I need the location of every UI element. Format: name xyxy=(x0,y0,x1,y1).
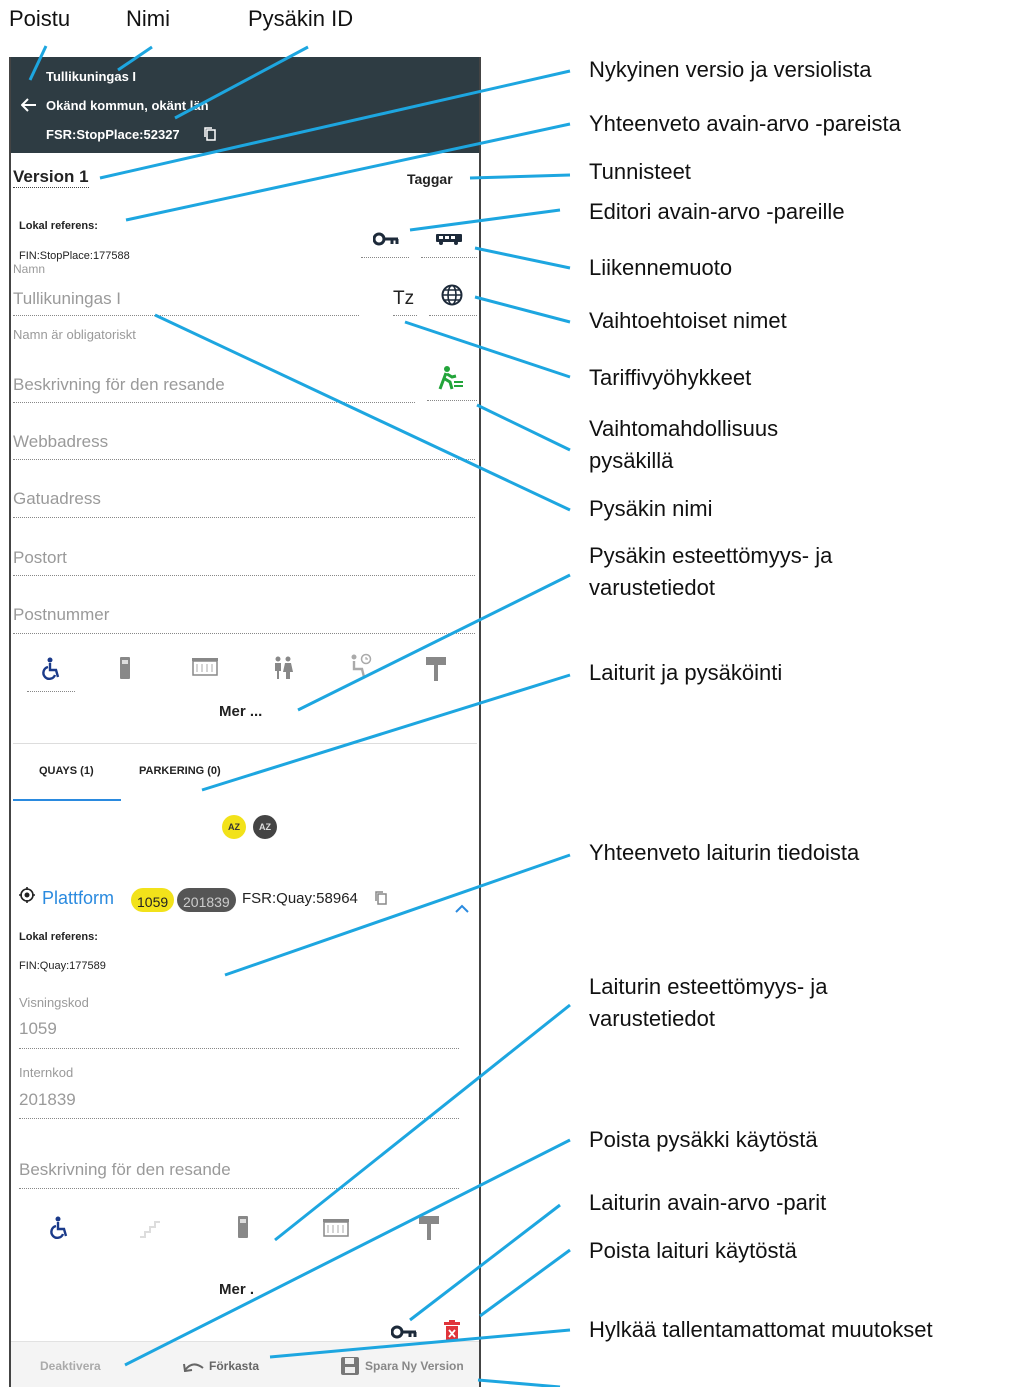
undo-icon[interactable] xyxy=(181,1358,207,1374)
quay-internal-code-badge: 201839 xyxy=(177,888,236,912)
stairs-icon[interactable] xyxy=(137,1215,163,1241)
callout-alternative-names: Vaihtoehtoiset nimet xyxy=(589,308,787,333)
callout-tags: Tunnisteet xyxy=(589,159,691,184)
toilet-icon[interactable] xyxy=(269,654,297,682)
quay-description-input[interactable]: Beskrivning för den resande xyxy=(19,1160,231,1180)
stop-id: FSR:StopPlace:52327 xyxy=(46,127,180,142)
callout-quay-summary: Yhteenveto laiturin tiedoista xyxy=(589,840,860,865)
shelter-icon[interactable] xyxy=(188,654,222,680)
tab-quays[interactable]: QUAYS (1) xyxy=(39,765,94,777)
more-facilities-button[interactable]: Mer ... xyxy=(219,703,262,720)
quay-key-icon[interactable] xyxy=(389,1321,419,1343)
callout-interchange-b: pysäkillä xyxy=(589,448,674,473)
quay-sign-icon[interactable] xyxy=(416,1213,442,1243)
callout-stop-accessibility-a: Pysäkin esteettömyys- ja xyxy=(589,543,833,568)
wheelchair-icon[interactable] xyxy=(39,654,63,684)
location-target-icon[interactable] xyxy=(17,885,37,905)
globe-icon[interactable] xyxy=(439,282,465,308)
quay-wheelchair-icon[interactable] xyxy=(47,1213,71,1243)
stop-editor-panel: Tullikuningas I Okänd kommun, okänt län … xyxy=(9,57,481,1387)
label-exit: Poistu xyxy=(9,6,71,31)
callout-current-version: Nykyinen versio ja versiolista xyxy=(589,57,872,82)
ticket-machine-icon[interactable] xyxy=(115,654,135,682)
callout-tariff-zones: Tariffivyöhykkeet xyxy=(589,365,752,390)
tags-button[interactable]: Taggar xyxy=(407,171,453,187)
quay-local-ref-value: FIN:Quay:177589 xyxy=(19,960,106,972)
back-arrow-icon[interactable] xyxy=(19,95,39,115)
callout-quay-accessibility-a: Laiturin esteettömyys- ja xyxy=(589,974,828,999)
collapse-chevron-icon[interactable] xyxy=(453,900,471,916)
interchange-walk-icon[interactable] xyxy=(436,363,466,393)
stop-location: Okänd kommun, okänt län xyxy=(46,98,209,113)
quay-ticket-machine-icon[interactable] xyxy=(233,1213,253,1241)
label-stop-id: Pysäkin ID xyxy=(248,6,354,31)
web-address-input[interactable]: Webbadress xyxy=(13,432,108,452)
copy-icon[interactable] xyxy=(201,125,219,143)
callout-stop-name: Pysäkin nimi xyxy=(589,496,713,521)
callout-stop-accessibility-b: varustetiedot xyxy=(589,575,715,600)
quay-more-button[interactable]: Mer . xyxy=(219,1281,254,1298)
callout-key-value-editor: Editori avain-arvo -pareille xyxy=(589,199,845,224)
save-new-version-button[interactable]: Spara Ny Version xyxy=(365,1359,464,1373)
stop-name-input[interactable]: Tullikuningas I xyxy=(13,289,121,309)
local-ref-value: FIN:StopPlace:177588 xyxy=(19,250,130,262)
internal-code-label: Internkod xyxy=(19,1065,74,1080)
tariff-zone-button[interactable]: Tz xyxy=(393,288,414,310)
callout-discard-changes: Hylkää tallentamattomat muutokset xyxy=(589,1317,933,1342)
quay-title[interactable]: Plattform xyxy=(42,888,114,909)
quay-local-ref-label: Lokal referens: xyxy=(19,931,98,943)
panel-header: Tullikuningas I Okänd kommun, okänt län … xyxy=(11,57,479,153)
postal-town-input[interactable]: Postort xyxy=(13,548,67,568)
callout-transport-mode: Liikennemuoto xyxy=(589,255,733,280)
callout-key-value-summary: Yhteenveto avain-arvo -pareista xyxy=(589,111,901,136)
quay-shelter-icon[interactable] xyxy=(319,1215,353,1241)
callout-deactivate-stop: Poista pysäkki käytöstä xyxy=(589,1127,818,1152)
public-code-input[interactable]: 1059 xyxy=(19,1019,57,1039)
version-selector[interactable]: Version 1 xyxy=(13,167,89,188)
stop-name-title: Tullikuningas I xyxy=(46,69,137,84)
quay-copy-icon[interactable] xyxy=(373,889,389,907)
postal-code-input[interactable]: Postnummer xyxy=(13,605,109,625)
quay-public-code-badge: 1059 xyxy=(131,888,175,912)
callout-interchange-a: Vaihtomahdollisuus xyxy=(589,416,779,441)
label-name: Nimi xyxy=(126,6,170,31)
key-icon[interactable] xyxy=(371,228,401,250)
sign-icon[interactable] xyxy=(423,654,449,684)
name-required-helper: Namn är obligatoriskt xyxy=(13,327,136,342)
callout-quays-parking: Laiturit ja pysäköinti xyxy=(589,660,783,685)
waiting-room-icon[interactable] xyxy=(346,651,374,681)
tab-parking[interactable]: PARKERING (0) xyxy=(139,765,221,777)
discard-button[interactable]: Förkasta xyxy=(209,1359,259,1373)
sort-az-button[interactable]: AZ xyxy=(222,815,246,839)
callout-quay-key-values: Laiturin avain-arvo -parit xyxy=(589,1190,827,1215)
sort-az-alt-button[interactable]: AZ xyxy=(253,815,277,839)
description-input[interactable]: Beskrivning för den resande xyxy=(13,375,225,395)
callout-quay-accessibility-b: varustetiedot xyxy=(589,1006,715,1031)
name-label: Namn xyxy=(13,262,46,276)
callout-deactivate-quay: Poista laituri käytöstä xyxy=(589,1238,797,1263)
public-code-label: Visningskod xyxy=(19,995,89,1010)
internal-code-input[interactable]: 201839 xyxy=(19,1090,76,1110)
deactivate-button[interactable]: Deaktivera xyxy=(40,1359,101,1373)
local-ref-label: Lokal referens: xyxy=(19,220,98,232)
street-address-input[interactable]: Gatuadress xyxy=(13,489,101,509)
tab-quays-underline xyxy=(13,799,121,801)
quay-id: FSR:Quay:58964 xyxy=(242,890,358,907)
save-icon[interactable] xyxy=(339,1355,361,1377)
bus-icon[interactable] xyxy=(432,229,466,249)
